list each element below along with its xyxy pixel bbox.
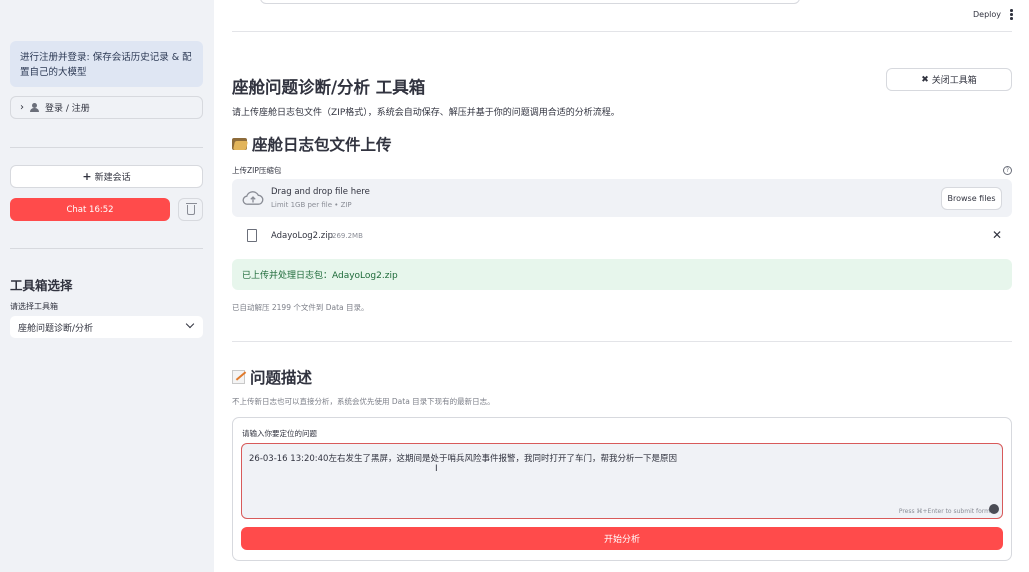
file-dropzone[interactable]: Drag and drop file here Limit 1GB per fi… bbox=[232, 179, 1012, 217]
uploader-label: 上传ZIP压缩包 bbox=[232, 166, 282, 175]
login-expander-label: 登录 / 注册 bbox=[45, 104, 90, 114]
question-textarea-value: 26-03-16 13:20:40左右发生了黑屏，这期间是处于哨兵风险事件报警，… bbox=[249, 454, 677, 464]
close-toolbox-button[interactable]: ✖ 关闭工具箱 bbox=[886, 68, 1012, 91]
register-info-box: 进行注册并登录: 保存会话历史记录 & 配置自己的大模型 bbox=[10, 41, 203, 87]
login-expander[interactable]: › 登录 / 注册 bbox=[10, 96, 203, 119]
app-root: 进行注册并登录: 保存会话历史记录 & 配置自己的大模型 › 登录 / 注册 +… bbox=[0, 0, 1029, 572]
deploy-button[interactable]: Deploy bbox=[973, 10, 1001, 19]
delete-chat-button[interactable] bbox=[178, 198, 203, 221]
toolbox-heading: 工具箱选择 bbox=[10, 278, 73, 293]
question-form: 请输入你要定位的问题 26-03-16 13:20:40左右发生了黑屏，这期间是… bbox=[232, 417, 1012, 561]
new-chat-label: 新建会话 bbox=[94, 173, 131, 183]
uploaded-file-name: AdayoLog2.zip bbox=[271, 231, 334, 241]
page-description: 请上传座舱日志包文件（ZIP格式），系统会自动保存、解压并基于你的问题调用合适的… bbox=[232, 108, 620, 118]
plus-icon: + bbox=[82, 170, 92, 183]
dropzone-text: Drag and drop file here bbox=[271, 187, 370, 197]
new-chat-button[interactable]: + 新建会话 bbox=[10, 165, 203, 188]
dropzone-limit: Limit 1GB per file • ZIP bbox=[271, 201, 352, 209]
memo-icon bbox=[232, 370, 245, 384]
close-toolbox-label: 关闭工具箱 bbox=[931, 76, 977, 86]
header-divider bbox=[232, 31, 1012, 32]
folder-icon bbox=[232, 138, 247, 150]
upload-success-alert: 已上传并处理日志包：AdayoLog2.zip bbox=[232, 259, 1012, 290]
question-section-heading: 问题描述 bbox=[232, 366, 312, 388]
toolbox-select-label: 请选择工具箱 bbox=[10, 302, 58, 311]
sidebar-divider bbox=[10, 248, 203, 249]
more-menu-icon[interactable] bbox=[1010, 9, 1013, 21]
question-input-label: 请输入你要定位的问题 bbox=[242, 429, 317, 438]
extract-caption: 已自动解压 2199 个文件到 Data 目录。 bbox=[232, 303, 369, 312]
trash-icon bbox=[185, 203, 197, 215]
help-icon[interactable]: ? bbox=[1003, 166, 1012, 175]
cloud-upload-icon bbox=[242, 191, 264, 205]
remove-file-button[interactable]: ✕ bbox=[992, 228, 1002, 242]
question-heading-text: 问题描述 bbox=[250, 369, 313, 387]
sidebar-divider bbox=[10, 147, 203, 148]
text-cursor-icon: I bbox=[435, 464, 438, 474]
status-indicator-icon bbox=[989, 504, 999, 514]
submit-hint: Press ⌘+Enter to submit form bbox=[898, 508, 990, 515]
chevron-right-icon: › bbox=[20, 102, 24, 113]
question-textarea[interactable]: 26-03-16 13:20:40左右发生了黑屏，这期间是处于哨兵风险事件报警，… bbox=[241, 443, 1003, 519]
upload-section-heading: 座舱日志包文件上传 bbox=[232, 133, 392, 155]
browse-files-button[interactable]: Browse files bbox=[941, 187, 1002, 210]
toolbox-select[interactable]: 座舱问题诊断/分析 bbox=[10, 316, 203, 338]
chevron-down-icon bbox=[185, 319, 195, 329]
start-analysis-button[interactable]: 开始分析 bbox=[241, 527, 1003, 550]
upload-heading-text: 座舱日志包文件上传 bbox=[252, 136, 392, 154]
section-divider bbox=[232, 341, 1012, 342]
toolbox-select-value: 座舱问题诊断/分析 bbox=[18, 323, 94, 334]
top-input-field[interactable] bbox=[260, 0, 800, 4]
close-icon: ✖ bbox=[921, 74, 929, 85]
page-title: 座舱问题诊断/分析 工具箱 bbox=[232, 78, 426, 97]
question-caption: 不上传新日志也可以直接分析，系统会优先使用 Data 目录下现有的最新日志。 bbox=[232, 397, 495, 406]
file-icon bbox=[247, 229, 257, 242]
sidebar: 进行注册并登录: 保存会话历史记录 & 配置自己的大模型 › 登录 / 注册 +… bbox=[0, 0, 214, 572]
user-icon bbox=[30, 103, 39, 112]
uploaded-file-size: 269.2MB bbox=[332, 232, 363, 240]
main-content: Deploy 座舱问题诊断/分析 工具箱 ✖ 关闭工具箱 请上传座舱日志包文件（… bbox=[214, 0, 1029, 572]
chat-history-item[interactable]: Chat 16:52 bbox=[10, 198, 170, 221]
